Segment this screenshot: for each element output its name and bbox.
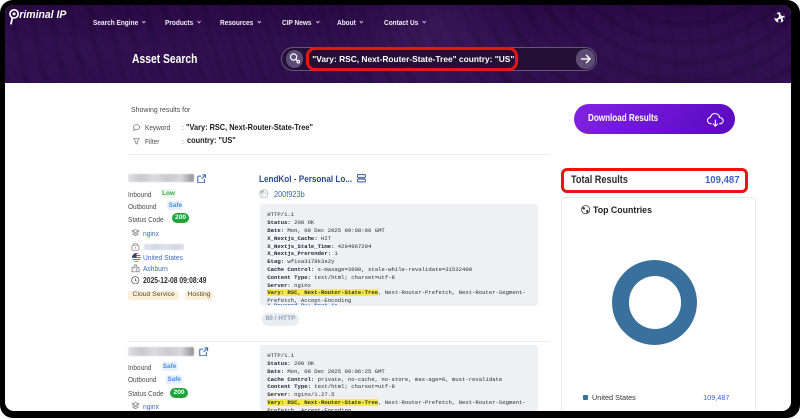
svg-text:riminal IP: riminal IP	[19, 9, 67, 21]
